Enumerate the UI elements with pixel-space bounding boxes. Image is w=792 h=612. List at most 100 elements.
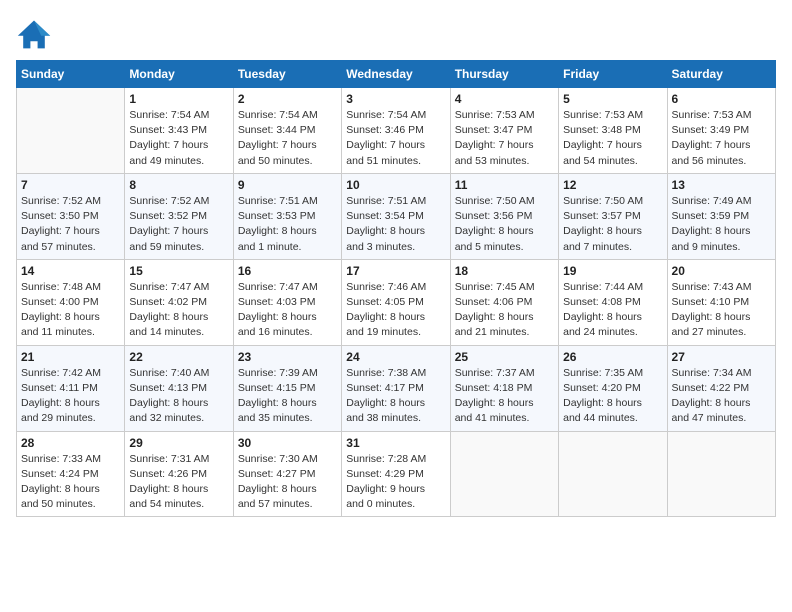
day-info: Sunrise: 7:54 AMSunset: 3:43 PMDaylight:… (129, 108, 228, 169)
calendar-cell: 7Sunrise: 7:52 AMSunset: 3:50 PMDaylight… (17, 173, 125, 259)
weekday-header-saturday: Saturday (667, 61, 775, 88)
day-info: Sunrise: 7:53 AMSunset: 3:49 PMDaylight:… (672, 108, 771, 169)
week-row-0: 1 Sunrise: 7:54 AMSunset: 3:43 PMDaylight… (17, 88, 776, 174)
day-number: 9 (238, 178, 337, 192)
day-number: 4 (455, 92, 554, 106)
day-info: Sunrise: 7:44 AMSunset: 4:08 PMDaylight:… (563, 280, 662, 341)
day-number: 8 (129, 178, 228, 192)
day-number: 25 (455, 350, 554, 364)
day-number: 17 (346, 264, 445, 278)
day-number: 24 (346, 350, 445, 364)
calendar-cell: 1 Sunrise: 7:54 AMSunset: 3:43 PMDaylight… (125, 88, 233, 174)
calendar-cell: 3Sunrise: 7:54 AMSunset: 3:46 PMDaylight… (342, 88, 450, 174)
day-number: 15 (129, 264, 228, 278)
day-info: Sunrise: 7:52 AMSunset: 3:52 PMDaylight:… (129, 194, 228, 255)
day-info: Sunrise: 7:51 AMSunset: 3:53 PMDaylight:… (238, 194, 337, 255)
calendar-cell: 22Sunrise: 7:40 AMSunset: 4:13 PMDayligh… (125, 345, 233, 431)
calendar-cell: 12 Sunrise: 7:50 AMSunset: 3:57 PMDayligh… (559, 173, 667, 259)
week-row-4: 28 Sunrise: 7:33 AMSunset: 4:24 PMDayligh… (17, 431, 776, 517)
day-number: 10 (346, 178, 445, 192)
day-info: Sunrise: 7:53 AMSunset: 3:48 PMDaylight:… (563, 108, 662, 169)
calendar-cell: 11 Sunrise: 7:50 AMSunset: 3:56 PMDayligh… (450, 173, 558, 259)
calendar-cell: 2 Sunrise: 7:54 AMSunset: 3:44 PMDaylight… (233, 88, 341, 174)
calendar-cell: 6Sunrise: 7:53 AMSunset: 3:49 PMDaylight… (667, 88, 775, 174)
calendar-cell: 14 Sunrise: 7:48 AMSunset: 4:00 PMDayligh… (17, 259, 125, 345)
calendar-cell (450, 431, 558, 517)
day-number: 1 (129, 92, 228, 106)
calendar-cell: 27 Sunrise: 7:34 AMSunset: 4:22 PMDayligh… (667, 345, 775, 431)
calendar-cell: 30 Sunrise: 7:30 AMSunset: 4:27 PMDayligh… (233, 431, 341, 517)
weekday-header-sunday: Sunday (17, 61, 125, 88)
calendar-cell: 26 Sunrise: 7:35 AMSunset: 4:20 PMDayligh… (559, 345, 667, 431)
calendar-cell: 23Sunrise: 7:39 AMSunset: 4:15 PMDayligh… (233, 345, 341, 431)
day-info: Sunrise: 7:39 AMSunset: 4:15 PMDaylight:… (238, 366, 337, 427)
calendar-cell: 5 Sunrise: 7:53 AMSunset: 3:48 PMDaylight… (559, 88, 667, 174)
day-number: 14 (21, 264, 120, 278)
week-row-2: 14 Sunrise: 7:48 AMSunset: 4:00 PMDayligh… (17, 259, 776, 345)
calendar-cell (559, 431, 667, 517)
calendar-cell: 16 Sunrise: 7:47 AMSunset: 4:03 PMDayligh… (233, 259, 341, 345)
calendar-cell (667, 431, 775, 517)
day-number: 2 (238, 92, 337, 106)
day-info: Sunrise: 7:40 AMSunset: 4:13 PMDaylight:… (129, 366, 228, 427)
day-info: Sunrise: 7:35 AMSunset: 4:20 PMDaylight:… (563, 366, 662, 427)
day-info: Sunrise: 7:45 AMSunset: 4:06 PMDaylight:… (455, 280, 554, 341)
day-number: 26 (563, 350, 662, 364)
day-info: Sunrise: 7:54 AMSunset: 3:44 PMDaylight:… (238, 108, 337, 169)
day-number: 13 (672, 178, 771, 192)
day-info: Sunrise: 7:30 AMSunset: 4:27 PMDaylight:… (238, 452, 337, 513)
day-info: Sunrise: 7:38 AMSunset: 4:17 PMDaylight:… (346, 366, 445, 427)
calendar-cell: 8 Sunrise: 7:52 AMSunset: 3:52 PMDaylight… (125, 173, 233, 259)
day-info: Sunrise: 7:31 AMSunset: 4:26 PMDaylight:… (129, 452, 228, 513)
day-info: Sunrise: 7:33 AMSunset: 4:24 PMDaylight:… (21, 452, 120, 513)
day-number: 31 (346, 436, 445, 450)
day-info: Sunrise: 7:51 AMSunset: 3:54 PMDaylight:… (346, 194, 445, 255)
weekday-header-thursday: Thursday (450, 61, 558, 88)
logo-icon (16, 16, 52, 52)
week-row-1: 7Sunrise: 7:52 AMSunset: 3:50 PMDaylight… (17, 173, 776, 259)
weekday-header-monday: Monday (125, 61, 233, 88)
page-header (16, 16, 776, 52)
day-number: 5 (563, 92, 662, 106)
day-info: Sunrise: 7:50 AMSunset: 3:57 PMDaylight:… (563, 194, 662, 255)
calendar: SundayMondayTuesdayWednesdayThursdayFrid… (16, 60, 776, 517)
day-info: Sunrise: 7:28 AMSunset: 4:29 PMDaylight:… (346, 452, 445, 513)
day-info: Sunrise: 7:47 AMSunset: 4:03 PMDaylight:… (238, 280, 337, 341)
day-info: Sunrise: 7:34 AMSunset: 4:22 PMDaylight:… (672, 366, 771, 427)
calendar-cell: 28 Sunrise: 7:33 AMSunset: 4:24 PMDayligh… (17, 431, 125, 517)
calendar-cell: 18 Sunrise: 7:45 AMSunset: 4:06 PMDayligh… (450, 259, 558, 345)
calendar-cell: 21 Sunrise: 7:42 AMSunset: 4:11 PMDayligh… (17, 345, 125, 431)
day-number: 21 (21, 350, 120, 364)
calendar-cell: 25Sunrise: 7:37 AMSunset: 4:18 PMDayligh… (450, 345, 558, 431)
day-number: 18 (455, 264, 554, 278)
day-number: 16 (238, 264, 337, 278)
weekday-header-friday: Friday (559, 61, 667, 88)
calendar-cell: 17 Sunrise: 7:46 AMSunset: 4:05 PMDayligh… (342, 259, 450, 345)
day-info: Sunrise: 7:46 AMSunset: 4:05 PMDaylight:… (346, 280, 445, 341)
day-number: 27 (672, 350, 771, 364)
day-info: Sunrise: 7:48 AMSunset: 4:00 PMDaylight:… (21, 280, 120, 341)
day-number: 20 (672, 264, 771, 278)
calendar-cell: 19Sunrise: 7:44 AMSunset: 4:08 PMDayligh… (559, 259, 667, 345)
day-info: Sunrise: 7:43 AMSunset: 4:10 PMDaylight:… (672, 280, 771, 341)
day-info: Sunrise: 7:50 AMSunset: 3:56 PMDaylight:… (455, 194, 554, 255)
day-number: 28 (21, 436, 120, 450)
day-info: Sunrise: 7:53 AMSunset: 3:47 PMDaylight:… (455, 108, 554, 169)
day-number: 3 (346, 92, 445, 106)
weekday-header-tuesday: Tuesday (233, 61, 341, 88)
day-number: 11 (455, 178, 554, 192)
logo (16, 16, 56, 52)
calendar-cell: 10 Sunrise: 7:51 AMSunset: 3:54 PMDayligh… (342, 173, 450, 259)
day-number: 12 (563, 178, 662, 192)
week-row-3: 21 Sunrise: 7:42 AMSunset: 4:11 PMDayligh… (17, 345, 776, 431)
calendar-cell: 9 Sunrise: 7:51 AMSunset: 3:53 PMDaylight… (233, 173, 341, 259)
day-number: 29 (129, 436, 228, 450)
calendar-cell (17, 88, 125, 174)
day-info: Sunrise: 7:42 AMSunset: 4:11 PMDaylight:… (21, 366, 120, 427)
calendar-cell: 20 Sunrise: 7:43 AMSunset: 4:10 PMDayligh… (667, 259, 775, 345)
day-number: 30 (238, 436, 337, 450)
weekday-header-row: SundayMondayTuesdayWednesdayThursdayFrid… (17, 61, 776, 88)
calendar-cell: 13Sunrise: 7:49 AMSunset: 3:59 PMDayligh… (667, 173, 775, 259)
calendar-cell: 29 Sunrise: 7:31 AMSunset: 4:26 PMDayligh… (125, 431, 233, 517)
calendar-cell: 4 Sunrise: 7:53 AMSunset: 3:47 PMDaylight… (450, 88, 558, 174)
